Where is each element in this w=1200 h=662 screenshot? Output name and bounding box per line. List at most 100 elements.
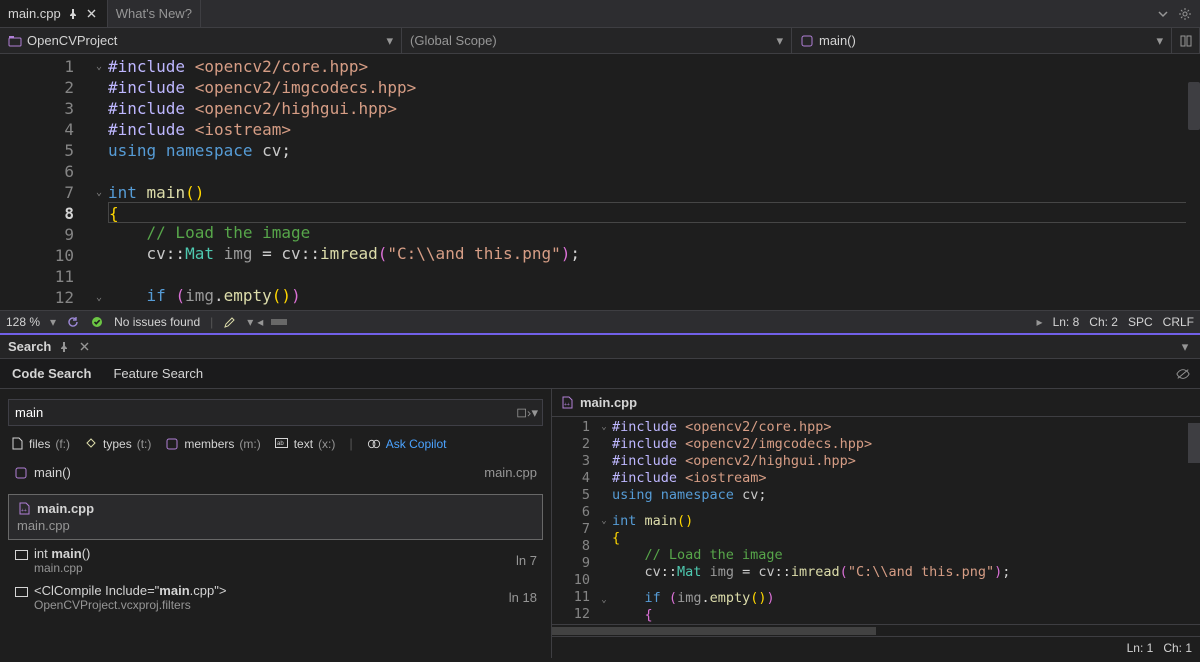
fold-toggle[interactable] [596,530,612,545]
fold-toggle[interactable] [596,436,612,451]
fold-toggle[interactable] [90,161,108,182]
brush-icon[interactable] [223,315,237,329]
result-function[interactable]: int main() main.cpp ln 7 [8,540,543,577]
outline-gutter: ⌄ ⌄ ⌄ [596,417,612,624]
search-filters: files(f:) types(t:) members(m:) ab text(… [8,436,543,451]
scrollbar-vertical[interactable] [1186,54,1200,310]
zoom-dropdown-icon[interactable]: ▾ [50,315,56,329]
result-xml[interactable]: <ClCompile Include="main.cpp"> OpenCVPro… [8,577,543,614]
fold-toggle[interactable]: ⌄ [90,287,108,308]
filter-types[interactable]: types(t:) [84,437,151,451]
preview-title: main.cpp [580,395,637,410]
fold-toggle[interactable]: ⌄ [596,592,612,609]
svg-text:++: ++ [21,508,27,514]
nav-forward-icon[interactable]: ▸ [1037,315,1043,329]
fold-toggle[interactable] [90,77,108,98]
dropdown-icon[interactable] [517,406,531,420]
filter-text[interactable]: ab text(x:) [275,437,336,451]
text-match-icon [14,585,28,599]
text-match-icon [14,548,28,562]
ask-copilot-button[interactable]: Ask Copilot [367,437,447,451]
function-icon [800,34,814,48]
line-number-gutter: 123456789101112 [0,54,90,310]
cpp-file-icon: ++ [560,396,574,410]
text-icon: ab [275,437,289,451]
fold-toggle[interactable] [90,119,108,140]
cursor-col: Ch: 1 [1163,641,1192,655]
close-icon[interactable] [85,7,99,21]
result-file-card[interactable]: ++ main.cpp main.cpp [8,494,543,540]
chevron-down-icon: ▾ [386,33,393,49]
cpp-file-icon: ++ [17,502,31,516]
indent-mode[interactable]: SPC [1128,315,1153,329]
fold-toggle[interactable] [90,245,108,266]
code-editor[interactable]: 123456789101112 ⌄ ⌄ ⌄ #include <opencv2/co… [0,54,1200,310]
search-mode-tabs: Code Search Feature Search [0,359,1200,389]
fold-toggle[interactable] [596,498,612,513]
tab-whats-new[interactable]: What's New? [108,0,201,27]
scrollbar-thumb[interactable] [271,319,287,325]
scope-function[interactable]: main() ▾ [792,28,1172,53]
cursor-line[interactable]: Ln: 8 [1053,315,1080,329]
close-icon[interactable] [77,340,91,354]
copilot-icon [367,437,381,451]
refresh-icon[interactable] [66,315,80,329]
fold-toggle[interactable] [90,203,108,224]
fold-toggle[interactable]: ⌄ [90,56,108,77]
project-icon [8,34,22,48]
line-number-gutter: 12345678910111213 [552,417,596,624]
preview-editor[interactable]: 12345678910111213 ⌄ ⌄ ⌄ #include <opencv2/… [552,417,1200,624]
scrollbar-thumb[interactable] [1188,423,1200,463]
fold-toggle[interactable] [596,451,612,466]
chevron-down-icon[interactable] [1156,7,1170,21]
zoom-level[interactable]: 128 % [6,315,40,329]
types-icon [84,437,98,451]
editor-status-bar: 128 % ▾ No issues found | ▾ ◂ ▸ Ln: 8 Ch… [0,310,1200,333]
svg-text:ab: ab [277,441,284,447]
filter-files[interactable]: files(f:) [10,437,70,451]
result-symbol[interactable]: main() main.cpp [8,461,543,484]
scrollbar-horizontal[interactable]: ◂ [271,317,471,327]
cursor-col[interactable]: Ch: 2 [1089,315,1118,329]
fold-toggle[interactable] [596,467,612,482]
scope-namespace[interactable]: (Global Scope) ▾ [402,28,792,53]
pin-icon[interactable] [66,7,80,21]
fold-toggle[interactable] [596,561,612,576]
fold-toggle[interactable] [596,609,612,624]
fold-toggle[interactable] [596,576,612,591]
issues-status[interactable]: No issues found [114,315,200,329]
chevron-down-icon[interactable]: ▾ [1178,340,1192,354]
chevron-down-icon[interactable]: ▾ [531,405,538,421]
tab-main-cpp[interactable]: main.cpp [0,0,108,27]
fold-toggle[interactable] [90,140,108,161]
filter-members[interactable]: members(m:) [165,437,260,451]
fold-toggle[interactable]: ⌄ [596,513,612,530]
tab-feature-search[interactable]: Feature Search [113,359,203,388]
fold-toggle[interactable] [90,98,108,119]
fold-toggle[interactable] [596,545,612,560]
fold-toggle[interactable] [90,224,108,245]
tab-code-search[interactable]: Code Search [12,359,91,388]
fold-toggle[interactable]: ⌄ [90,182,108,203]
chevron-down-icon: ▾ [776,33,783,49]
tab-label: main.cpp [8,6,61,21]
fold-toggle[interactable] [596,482,612,497]
scope-project[interactable]: OpenCVProject ▾ [0,28,402,53]
line-ending-mode[interactable]: CRLF [1163,315,1194,329]
split-editor-button[interactable] [1172,28,1200,53]
preview-toggle-icon[interactable] [1176,367,1190,381]
code-area[interactable]: #include <opencv2/core.hpp>#include <ope… [108,54,1200,310]
code-area[interactable]: #include <opencv2/core.hpp>#include <ope… [612,417,1200,624]
scope-label: OpenCVProject [27,33,381,48]
split-icon [1180,34,1192,48]
search-input[interactable] [15,405,517,420]
pin-icon[interactable] [57,340,71,354]
scrollbar-vertical[interactable] [1186,417,1200,624]
scrollbar-thumb[interactable] [552,627,876,635]
scrollbar-horizontal[interactable] [552,624,1200,636]
gear-icon[interactable] [1178,7,1192,21]
chevron-down-icon[interactable]: ▾ [247,315,253,329]
scrollbar-thumb[interactable] [1188,82,1200,130]
fold-toggle[interactable]: ⌄ [596,419,612,436]
fold-toggle[interactable] [90,266,108,287]
